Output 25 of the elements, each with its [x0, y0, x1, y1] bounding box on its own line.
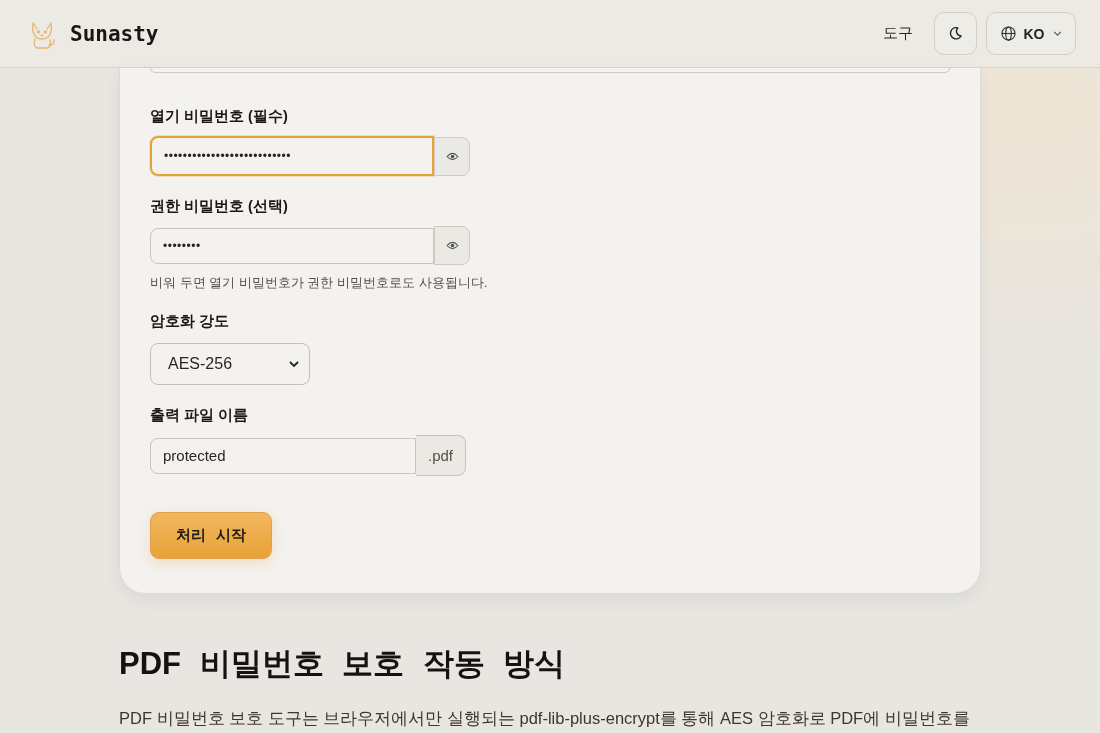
password-field[interactable]: •••••••• [150, 227, 434, 264]
field-label: 열기 비밀번호 (필수) [150, 107, 288, 126]
filename-field[interactable]: protected [150, 437, 416, 474]
language-button[interactable]: KO [986, 12, 1076, 55]
field-label: 출력 파일 이름 [150, 406, 249, 425]
chevron-down-icon [289, 361, 299, 367]
globe-icon [1000, 26, 1016, 41]
section-paragraph: PDF 비밀번호 보호 도구는 브라우저에서만 실행되는 pdf-lib-plus-encrypt를 통해 AES 암호화로 PDF에 비밀번호를 [119, 708, 971, 729]
logo-text[interactable]: Sunasty [70, 21, 159, 46]
eye-icon [445, 241, 459, 250]
eye-icon [445, 151, 459, 161]
show-password-button[interactable] [434, 136, 470, 176]
field-label: 암호화 강도 [150, 312, 230, 331]
chevron-down-icon [1052, 31, 1062, 36]
moon-icon [949, 27, 962, 40]
hint-text: 비워 두면 열기 비밀번호가 권한 비밀번호로도 사용됩니다. [150, 275, 488, 291]
theme-toggle-button[interactable] [934, 12, 977, 55]
start-button[interactable]: 처리 시작 [150, 512, 272, 559]
file-extension-label: .pdf [416, 435, 467, 476]
field-label: 권한 비밀번호 (선택) [150, 197, 288, 216]
tools-link[interactable]: 도구 [883, 24, 913, 43]
select-field[interactable]: AES-256 [150, 343, 310, 385]
show-password-button[interactable] [434, 226, 470, 265]
section-heading: PDF 비밀번호 보호 작동 방식 [119, 645, 567, 683]
password-field[interactable]: ••••••••••••••••••••••••••• [150, 136, 434, 176]
